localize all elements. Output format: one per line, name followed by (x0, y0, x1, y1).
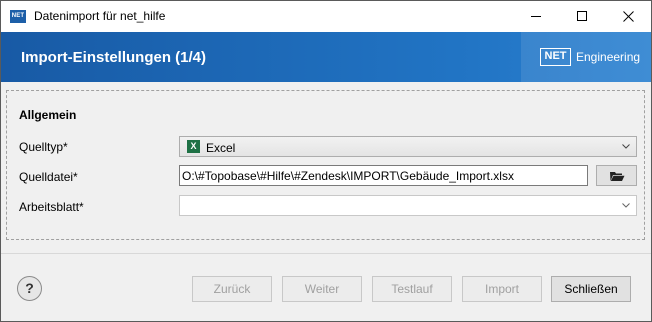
worksheet-label: Arbeitsblatt* (19, 200, 84, 214)
import-dialog-window: NET Datenimport für net_hilfe Import-Ein… (0, 0, 652, 322)
next-button[interactable]: Weiter (282, 276, 362, 302)
browse-file-button[interactable] (596, 165, 637, 186)
title-bar: NET Datenimport für net_hilfe (1, 1, 651, 32)
source-type-value: Excel (206, 141, 236, 155)
general-settings-group: Allgemein Quelltyp* X Excel Quelldatei* … (6, 90, 645, 240)
test-run-button[interactable]: Testlauf (372, 276, 452, 302)
footer-divider (1, 253, 651, 254)
header-banner: Import-Einstellungen (1/4) NET Engineeri… (1, 32, 651, 82)
maximize-icon (576, 11, 587, 21)
maximize-button[interactable] (559, 1, 605, 32)
folder-open-icon (609, 171, 624, 181)
help-button[interactable]: ? (17, 276, 42, 301)
page-title: Import-Einstellungen (1/4) (21, 49, 207, 66)
close-window-button[interactable] (605, 1, 651, 32)
source-file-input[interactable] (179, 165, 588, 186)
back-button[interactable]: Zurück (192, 276, 272, 302)
chevron-down-icon (622, 203, 630, 208)
source-type-label: Quelltyp* (19, 140, 68, 154)
company-logo: NET Engineering (521, 32, 651, 82)
close-icon (622, 11, 634, 22)
app-icon: NET (10, 10, 26, 23)
logo-net-mark: NET (540, 48, 571, 66)
source-type-select[interactable]: X Excel (179, 136, 637, 157)
chevron-down-icon (622, 144, 630, 149)
minimize-icon (530, 16, 541, 17)
close-button[interactable]: Schließen (551, 276, 631, 302)
logo-text: Engineering (576, 50, 641, 64)
section-title: Allgemein (19, 108, 77, 122)
worksheet-select[interactable] (179, 195, 637, 216)
import-button[interactable]: Import (462, 276, 542, 302)
minimize-button[interactable] (513, 1, 559, 32)
window-title: Datenimport für net_hilfe (34, 9, 166, 23)
source-file-label: Quelldatei* (19, 170, 78, 184)
excel-icon: X (187, 140, 200, 153)
